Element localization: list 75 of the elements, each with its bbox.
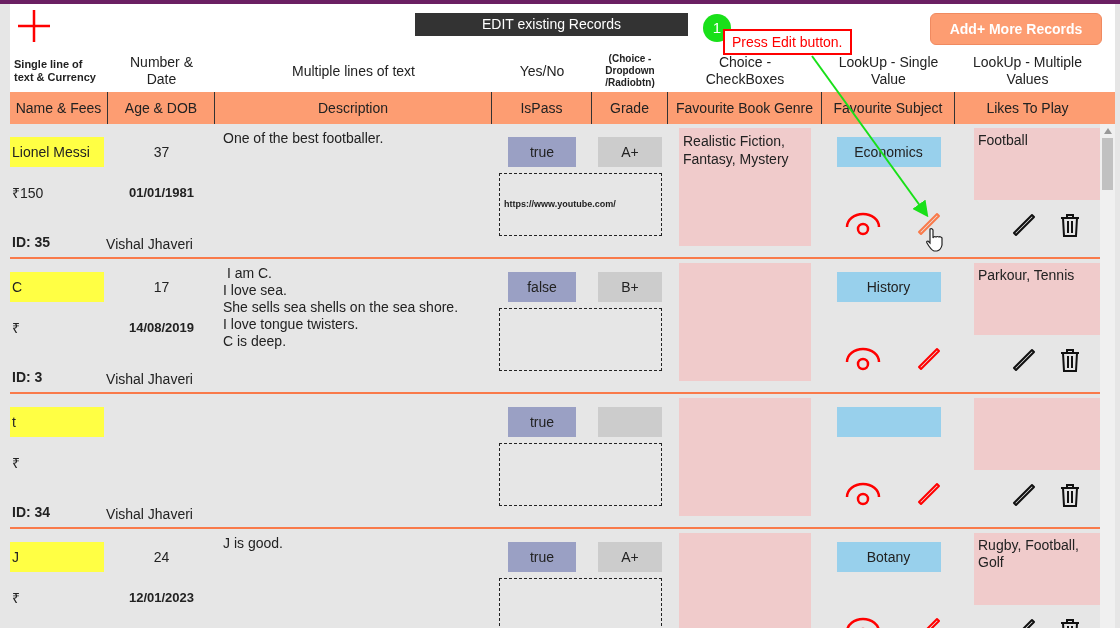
name-field[interactable]: Lionel Messi xyxy=(10,137,104,167)
age-text: 17 xyxy=(153,278,170,297)
column-header: Grade xyxy=(592,92,668,124)
scroll-thumb[interactable] xyxy=(1102,138,1113,190)
likes-field[interactable]: Rugby, Football, Golf xyxy=(974,533,1100,605)
genre-field[interactable]: Realistic Fiction, Fantasy, Mystery xyxy=(679,128,811,246)
name-field[interactable]: C xyxy=(10,272,104,302)
name-field[interactable]: t xyxy=(10,407,104,437)
ispass-value[interactable]: false xyxy=(508,272,576,302)
genre-field[interactable] xyxy=(679,533,811,628)
eye-icon[interactable] xyxy=(844,481,881,507)
likes-field[interactable]: Football xyxy=(974,128,1100,200)
trash-icon[interactable] xyxy=(1060,213,1080,237)
column-group-label: Multiple lines of text xyxy=(291,62,416,80)
description-text: I am C. I love sea. She sells sea shells on the sea shore. I love tongue twisters. C is deep. xyxy=(223,265,460,350)
column-header: Favourite Book Genre xyxy=(668,92,822,124)
grade-value[interactable]: A+ xyxy=(598,542,662,572)
callout-text: Press Edit button. xyxy=(723,29,852,55)
genre-field[interactable] xyxy=(679,263,811,381)
pencil-icon[interactable] xyxy=(1012,213,1036,237)
link-field[interactable]: https://www.youtube.com/ xyxy=(499,173,662,236)
author-text: Vishal Jhaveri xyxy=(106,370,193,389)
hand-cursor-icon xyxy=(926,228,943,252)
column-header: Description xyxy=(215,92,492,124)
age-text: 24 xyxy=(153,548,170,567)
column-group-label: (Choice - Dropdown /Radiobtn) xyxy=(604,53,656,89)
dob-text: 14/08/2019 xyxy=(128,319,195,337)
column-group-label: Yes/No xyxy=(518,62,566,80)
author-text: Vishal Jhaveri xyxy=(106,235,193,254)
fees-text: ₹ xyxy=(11,454,21,473)
link-field[interactable] xyxy=(499,308,662,371)
plus-icon[interactable] xyxy=(18,10,50,42)
likes-field[interactable]: Parkour, Tennis xyxy=(974,263,1100,335)
column-header: Name & Fees xyxy=(10,92,108,124)
fees-text: ₹ xyxy=(11,589,21,608)
trash-icon[interactable] xyxy=(1060,483,1080,507)
pencil-icon[interactable] xyxy=(1012,483,1036,507)
column-group-label: Single line of text & Currency xyxy=(13,58,97,84)
eye-icon[interactable] xyxy=(844,346,881,372)
scroll-up-icon[interactable] xyxy=(1103,128,1112,134)
age-text: 37 xyxy=(153,143,170,162)
eye-icon[interactable] xyxy=(844,211,881,237)
fees-text: ₹150 xyxy=(11,184,45,203)
likes-field[interactable] xyxy=(974,398,1100,470)
trash-icon[interactable] xyxy=(1060,348,1080,372)
scrollbar[interactable] xyxy=(1100,124,1115,628)
record-id: ID: 3 xyxy=(11,368,44,387)
link-field[interactable] xyxy=(499,443,662,506)
link-field[interactable] xyxy=(499,578,662,628)
grade-value[interactable]: B+ xyxy=(598,272,662,302)
column-header: Likes To Play xyxy=(985,98,1070,118)
subject-value[interactable]: History xyxy=(836,272,941,302)
dob-text: 01/01/1981 xyxy=(128,184,195,202)
author-text: Vishal Jhaveri xyxy=(106,505,193,524)
ispass-value[interactable]: true xyxy=(508,137,576,167)
pencil-icon[interactable] xyxy=(1012,348,1036,372)
grade-value[interactable]: A+ xyxy=(598,137,662,167)
page-title: EDIT existing Records xyxy=(415,13,688,36)
column-group-label: Number & Date xyxy=(129,54,194,88)
description-text: One of the best footballer. xyxy=(223,130,385,147)
fees-text: ₹ xyxy=(11,319,21,338)
ispass-value[interactable]: true xyxy=(508,542,576,572)
record-id: ID: 34 xyxy=(11,503,52,522)
subject-value[interactable]: Botany xyxy=(836,542,941,572)
column-group-label: LookUp - Multiple Values xyxy=(972,54,1083,88)
record-id: ID: 35 xyxy=(11,233,52,252)
ispass-value[interactable]: true xyxy=(508,407,576,437)
column-group-label: LookUp - Single Value xyxy=(837,54,940,88)
column-header: Age & DOB xyxy=(108,92,215,124)
column-header: IsPass xyxy=(492,92,592,124)
column-group-label: Choice - CheckBoxes xyxy=(704,54,786,88)
name-field[interactable]: J xyxy=(10,542,104,572)
description-text: J is good. xyxy=(223,535,284,552)
genre-field[interactable] xyxy=(679,398,811,516)
dob-text: 12/01/2023 xyxy=(128,589,195,607)
